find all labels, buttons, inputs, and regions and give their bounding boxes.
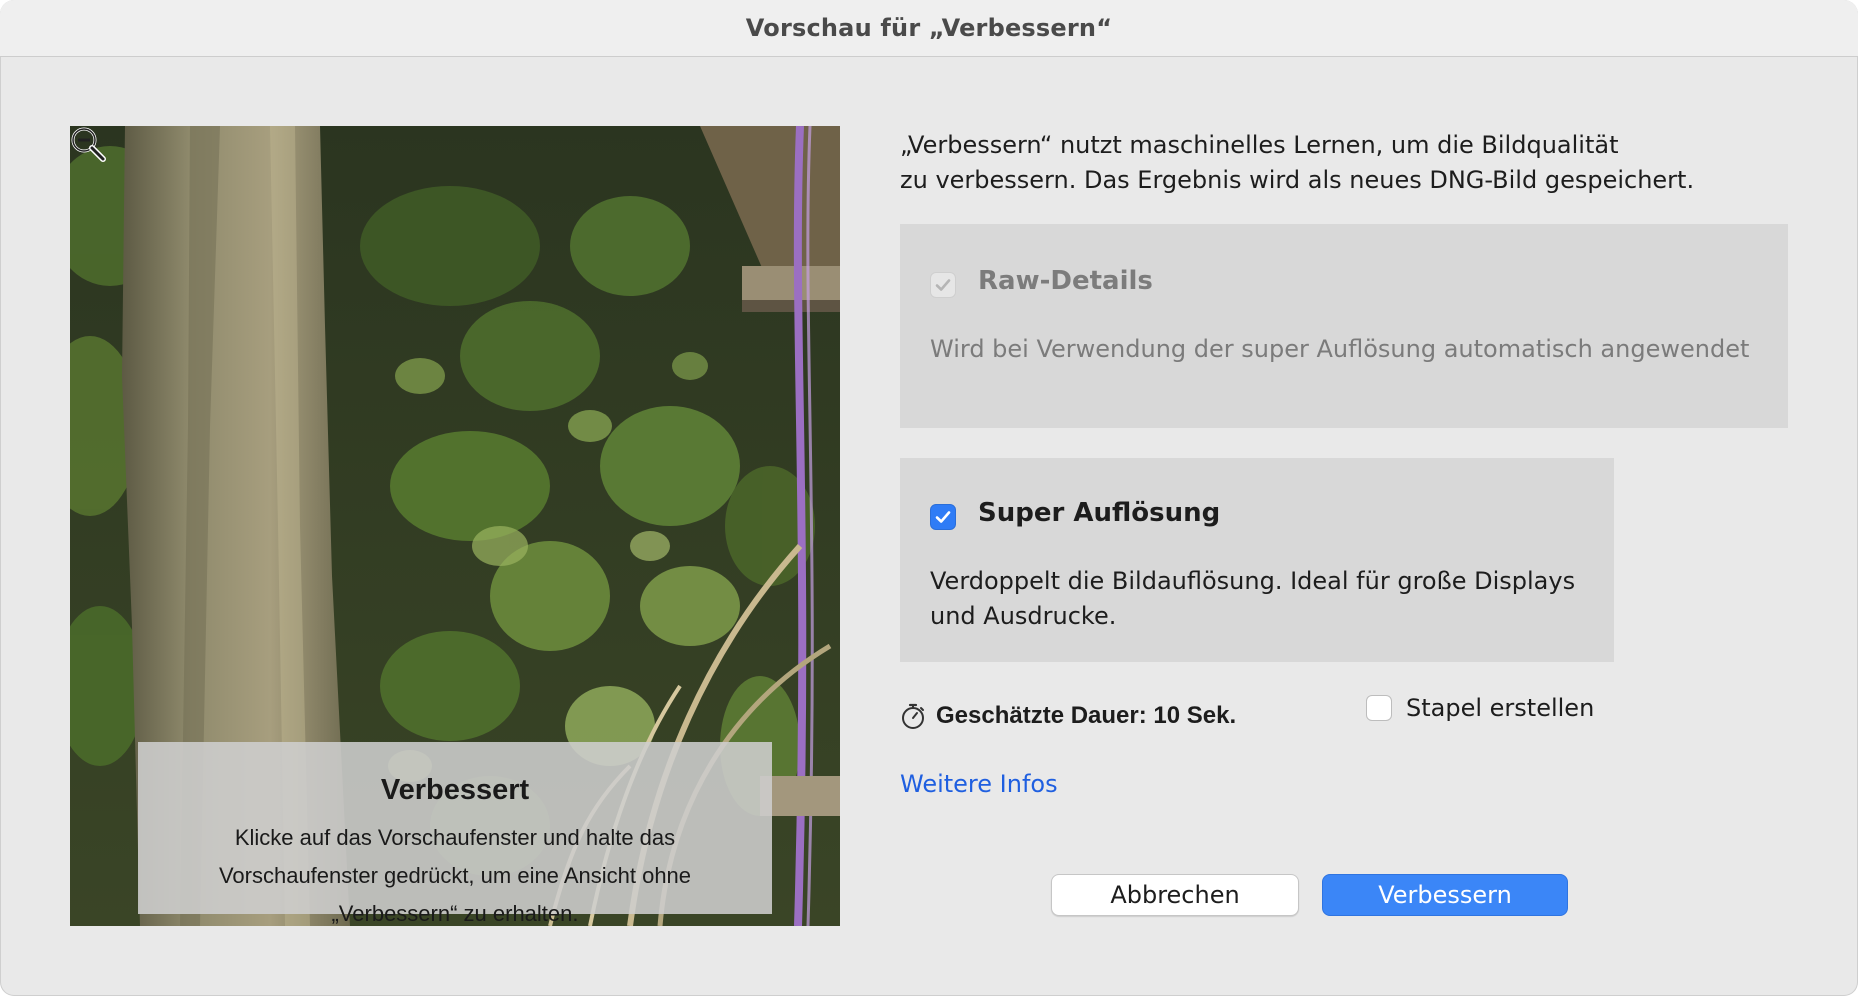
super-resolution-description-line-1: Verdoppelt die Bildauflösung. Ideal für … [930, 567, 1576, 595]
create-stack-checkbox[interactable] [1366, 695, 1392, 721]
preview-info-overlay: Verbessert Klicke auf das Vorschaufenste… [138, 742, 772, 926]
preview-image[interactable]: Verbessert Klicke auf das Vorschaufenste… [70, 126, 840, 926]
create-stack-option[interactable]: Stapel erstellen [1366, 694, 1594, 722]
enhance-preview-dialog: Vorschau für „Verbessern“ Verbessert Kli… [0, 0, 1858, 996]
estimated-duration: Geschätzte Dauer: 10 Sek. [900, 700, 1236, 732]
intro-line-1: „Verbessern“ nutzt maschinelles Lernen, … [900, 131, 1619, 159]
duration-text: Geschätzte Dauer: 10 Sek. [936, 702, 1237, 729]
super-resolution-description-line-2: und Ausdrucke. [930, 602, 1117, 630]
title-bar: Vorschau für „Verbessern“ [0, 0, 1858, 57]
raw-details-label: Raw-Details [978, 266, 1153, 296]
stopwatch-icon [902, 703, 924, 729]
super-resolution-label[interactable]: Super Auflösung [978, 498, 1220, 528]
intro-line-2: zu verbessern. Das Ergebnis wird als neu… [900, 166, 1695, 194]
intro-text: „Verbessern“ nutzt maschinelles Lernen, … [900, 128, 1800, 198]
more-info-link[interactable]: Weitere Infos [900, 770, 1058, 798]
super-resolution-description: Verdoppelt die Bildauflösung. Ideal für … [930, 564, 1600, 634]
cancel-button[interactable]: Abbrechen [1051, 874, 1299, 916]
create-stack-label[interactable]: Stapel erstellen [1406, 694, 1594, 722]
enhance-button[interactable]: Verbessern [1322, 874, 1568, 916]
overlay-title: Verbessert [380, 774, 530, 806]
dialog-title: Vorschau für „Verbessern“ [745, 14, 1113, 42]
zoom-out-icon[interactable] [70, 126, 106, 162]
super-resolution-option[interactable]: Super Auflösung Verdoppelt die Bildauflö… [900, 458, 1614, 662]
super-resolution-checkbox[interactable] [930, 504, 956, 530]
raw-details-checkbox [930, 272, 956, 298]
checkmark-icon [935, 279, 951, 291]
raw-details-description: Wird bei Verwendung der super Auflösung … [930, 335, 1750, 363]
checkmark-icon [935, 511, 951, 523]
overlay-description: Klicke auf das Vorschaufenster und halte… [218, 825, 692, 926]
raw-details-option: Raw-Details Wird bei Verwendung der supe… [900, 224, 1788, 428]
